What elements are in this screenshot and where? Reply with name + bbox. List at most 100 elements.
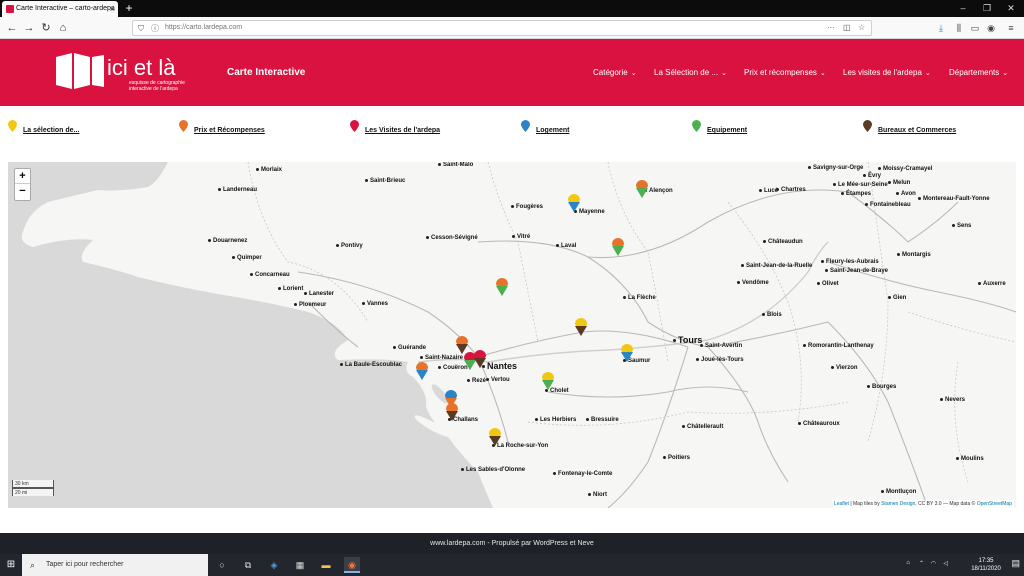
menu-selection[interactable]: La Sélection de ... ⌄ [654,68,727,77]
city-dot-icon [362,301,365,305]
edge-icon[interactable]: ◈ [266,557,282,573]
clock-date: 18/11/2020 [971,566,1001,572]
city-label: Chartres [776,187,806,193]
city-dot-icon [741,263,744,267]
minimize-button[interactable]: – [952,0,974,17]
tab-close-icon[interactable]: × [110,1,115,17]
wifi-icon[interactable]: ◠ [931,560,936,567]
menu-label: Catégorie [593,68,628,77]
bookmark-star-icon[interactable]: ☆ [858,21,865,35]
city-dot-icon [512,234,515,238]
map-marker[interactable] [489,428,501,446]
city-dot-icon [865,202,868,206]
city-dot-icon [586,417,589,421]
account-icon[interactable]: ◉ [984,20,998,36]
chevron-down-icon: ⌄ [721,70,727,77]
menu-categorie[interactable]: Catégorie ⌄ [593,68,637,77]
library-icon[interactable]: ⫼ [952,20,966,36]
leaflet-link[interactable]: Leaflet [834,501,849,507]
yellow-pin-icon [8,120,17,132]
reload-icon[interactable]: ↻ [38,20,54,36]
city-dot-icon [663,455,666,459]
cortana-icon[interactable]: ○ [214,557,230,573]
logo-text[interactable]: ici et là [107,55,175,81]
maximize-button[interactable]: ❐ [976,0,998,17]
map-marker[interactable] [568,194,580,212]
map-marker[interactable] [612,238,624,256]
map-marker[interactable] [446,403,458,421]
city-dot-icon [588,492,591,496]
search-placeholder: Taper ici pour rechercher [46,561,124,568]
city-label: Gien [888,295,906,301]
browser-tab[interactable]: Carte Interactive – carto-ardepa × [2,1,118,17]
shield-icon[interactable]: ⛉ [138,22,144,36]
site-title[interactable]: Carte Interactive [227,67,305,78]
back-icon[interactable]: ← [4,20,20,36]
city-dot-icon [623,295,626,299]
city-dot-icon [700,343,703,347]
city-label: Fleury-les-Aubrais [821,259,879,265]
map-marker[interactable] [474,350,486,368]
zoom-out-button[interactable]: − [15,184,30,199]
city-label: Montargis [897,252,931,258]
volume-icon[interactable]: ◁ [943,560,948,567]
forward-icon[interactable]: → [21,20,37,36]
sea-area [8,162,493,508]
system-clock[interactable]: 17:35 18/11/2020 [966,557,1006,573]
city-label: Savigny-sur-Orge [808,165,863,171]
city-label: Saint-Jean-de-la-Ruelle [741,263,812,269]
map-marker[interactable] [496,278,508,296]
stamen-link[interactable]: Stamen Design [881,501,915,507]
menu-visites[interactable]: Les visites de l'ardepa ⌄ [843,68,931,77]
menu-departements[interactable]: Départements ⌄ [949,68,1008,77]
firefox-icon[interactable]: ◉ [344,557,360,573]
city-dot-icon [897,252,900,256]
browser-tab-bar: Carte Interactive – carto-ardepa × + – ❐… [0,0,1024,17]
city-label: La Baule-Escoublac [340,362,402,368]
menu-prix[interactable]: Prix et récompenses ⌄ [744,68,826,77]
interactive-map[interactable]: Morlaix Saint-Malo Saint-Brieuc Landerne… [8,162,1016,508]
file-explorer-icon[interactable]: ▬ [318,557,334,573]
logo-icon[interactable] [56,53,104,89]
browser-nav-bar: ← → ↻ ⌂ ⛉ ⓘ https://carto.lardepa.com ··… [0,17,1024,39]
zoom-in-button[interactable]: + [15,169,30,184]
city-dot-icon [918,196,921,200]
home-icon[interactable]: ⌂ [55,20,71,36]
city-dot-icon [208,238,211,242]
map-marker[interactable] [621,344,633,362]
windows-start-icon[interactable]: ⊞ [0,554,22,576]
calculator-icon[interactable]: ▦ [292,557,308,573]
city-dot-icon [841,191,844,195]
close-window-button[interactable]: ✕ [1000,0,1022,17]
url-bar[interactable]: ⛉ ⓘ https://carto.lardepa.com ··· ◫ ☆ [132,20,872,36]
notifications-icon[interactable]: ▤ [1011,558,1020,569]
taskbar-search[interactable]: ⌕ Taper ici pour rechercher [22,554,208,576]
city-label: Douarnenez [208,238,247,244]
page-actions-icon[interactable]: ··· [827,21,835,35]
city-dot-icon [426,235,429,239]
city-label: Vitré [512,234,530,240]
url-text: https://carto.lardepa.com [165,24,243,31]
city-dot-icon [821,259,824,263]
download-icon[interactable]: ⤓ [934,20,948,36]
search-icon: ⌕ [30,560,36,570]
chevron-up-icon[interactable]: ⌃ [919,560,924,567]
map-marker[interactable] [416,362,428,380]
osm-link[interactable]: OpenStreetMap [977,501,1012,507]
city-dot-icon [798,421,801,425]
task-view-icon[interactable]: ⧉ [240,557,256,573]
map-marker[interactable] [575,318,587,336]
map-marker[interactable] [542,372,554,390]
menu-icon[interactable]: ≡ [1004,20,1018,36]
new-tab-button[interactable]: + [122,1,136,16]
network-icon[interactable]: ⌂ [906,560,910,566]
info-icon[interactable]: ⓘ [151,22,159,36]
city-label: Romorantin-Lanthenay [803,343,874,349]
city-label: Les Sables-d'Olonne [461,467,525,473]
city-label: Moissy-Cramayel [878,166,932,172]
map-marker[interactable] [636,180,648,198]
city-label: Fougères [511,204,543,210]
pocket-icon[interactable]: ◫ [843,21,851,35]
city-label: Concarneau [250,272,290,278]
sidebar-icon[interactable]: ▭ [968,20,982,36]
